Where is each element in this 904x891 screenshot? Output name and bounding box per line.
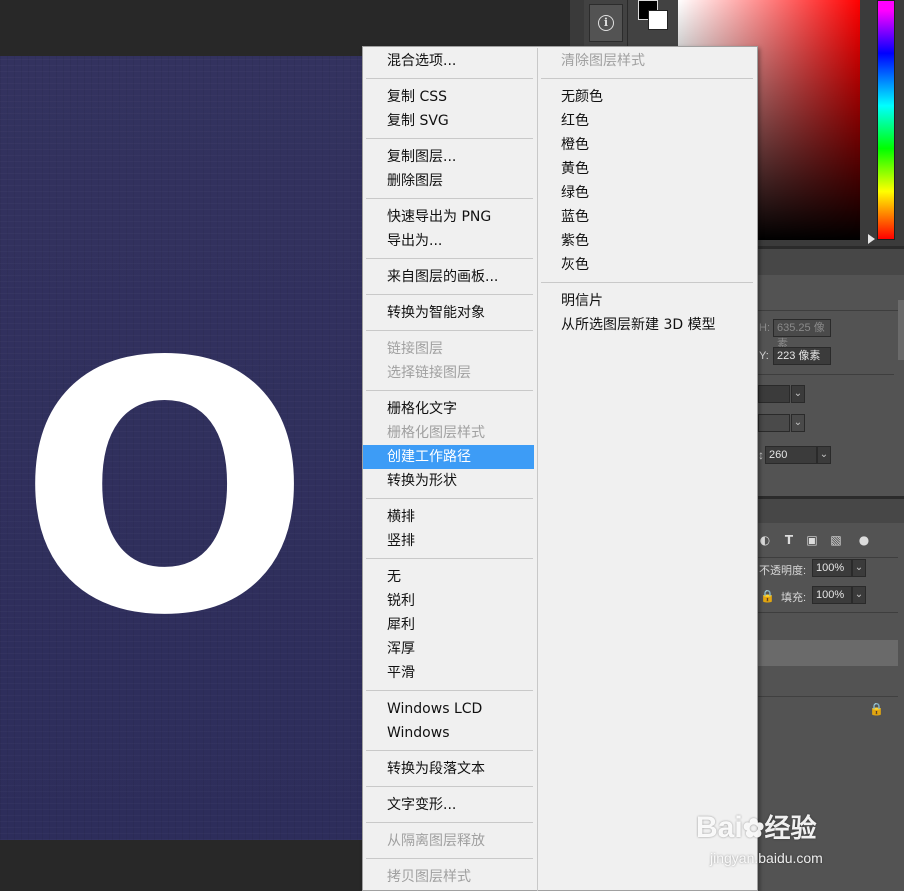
y-field[interactable]: 223 像素 (773, 347, 831, 365)
opacity-field[interactable]: 100% (812, 559, 852, 577)
lock-all-icon[interactable]: 🔒 (760, 589, 775, 603)
menu-item[interactable]: 快速导出为 PNG (363, 205, 534, 229)
menu-item[interactable]: 平滑 (363, 661, 534, 685)
watermark-brand: Bai✿经验 (696, 808, 817, 845)
smart-object-filter-icon[interactable]: ▧ (829, 533, 843, 547)
menu-item[interactable]: 明信片 (538, 289, 756, 313)
baidu-jingyan-watermark: Bai✿经验 jingyan.baidu.com (696, 792, 896, 872)
menu-item[interactable]: 从所选图层新建 3D 模型 (538, 313, 756, 337)
chevron-down-icon[interactable]: ⌄ (817, 446, 831, 464)
type-filter-icon[interactable]: T (782, 533, 796, 547)
menu-separator (366, 78, 533, 79)
layer-lock-icon: 🔒 (869, 702, 884, 716)
menu-separator (366, 258, 533, 259)
menu-separator (366, 858, 533, 859)
menu-item: 选择链接图层 (387, 365, 471, 381)
menu-separator (366, 690, 533, 691)
divider (758, 612, 898, 613)
menu-item[interactable]: 横排 (363, 505, 534, 529)
menu-item[interactable]: 来自图层的画板... (363, 265, 534, 289)
fill-field[interactable]: 100% (812, 586, 852, 604)
menu-item[interactable]: 紫色 (538, 229, 756, 253)
menu-item[interactable]: 黄色 (538, 157, 756, 181)
menu-item[interactable]: 转换为形状 (363, 469, 534, 493)
menu-separator (541, 282, 753, 283)
properties-scrollbar[interactable] (898, 300, 904, 360)
menu-item[interactable]: 橙色 (538, 133, 756, 157)
divider (758, 374, 894, 375)
menu-item[interactable]: 蓝色 (538, 205, 756, 229)
menu-item[interactable]: 复制 SVG (363, 109, 534, 133)
menu-item[interactable]: 混合选项... (363, 49, 534, 73)
h-label: H: (759, 322, 770, 334)
menu-item[interactable]: Windows LCD (363, 697, 534, 721)
menu-item[interactable]: 栅格化文字 (363, 397, 534, 421)
menu-separator (366, 558, 533, 559)
y-label: Y: (759, 350, 769, 362)
fill-label: 填充: (781, 592, 807, 604)
menu-item[interactable]: 复制图层... (363, 145, 534, 169)
hue-slider[interactable] (877, 0, 895, 240)
menu-separator (366, 330, 533, 331)
font-style-dropdown[interactable] (758, 414, 790, 432)
menu-item[interactable]: 无 (363, 565, 534, 589)
menu-separator (366, 786, 533, 787)
menu-item[interactable]: Windows (363, 721, 534, 745)
menu-item[interactable]: 绿色 (538, 181, 756, 205)
menu-separator (541, 78, 753, 79)
menu-separator (366, 498, 533, 499)
menu-separator (366, 198, 533, 199)
menu-item[interactable]: 无颜色 (538, 85, 756, 109)
menu-item[interactable]: 锐利 (363, 589, 534, 613)
menu-separator (366, 294, 533, 295)
watermark-brand-text: Bai (696, 811, 743, 844)
menu-separator (366, 390, 533, 391)
watermark-brand-suffix: 经验 (764, 814, 817, 844)
menu-item[interactable]: 复制 CSS (363, 85, 534, 109)
menu-item: 栅格化图层样式 (387, 425, 485, 441)
canvas-text-letter[interactable]: O (18, 318, 311, 663)
menu-item[interactable]: 文字变形... (363, 793, 534, 817)
chevron-down-icon[interactable]: ⌄ (852, 586, 866, 604)
layer-row-selected[interactable] (758, 640, 898, 666)
menu-item: 拷贝图层样式 (387, 869, 471, 885)
menu-item: 从隔离图层释放 (387, 833, 485, 849)
filter-toggle-icon[interactable]: ● (857, 533, 871, 547)
menu-item[interactable]: 浑厚 (363, 637, 534, 661)
menu-item[interactable]: 转换为智能对象 (363, 301, 534, 325)
menu-item[interactable]: 删除图层 (363, 169, 534, 193)
font-family-dropdown[interactable] (758, 385, 790, 403)
menu-separator (366, 822, 533, 823)
menu-separator (366, 138, 533, 139)
menu-item: 链接图层 (387, 341, 443, 357)
menu-item[interactable]: 竖排 (363, 529, 534, 553)
hue-slider-marker[interactable] (868, 234, 875, 244)
h-field[interactable]: 635.25 像素 (773, 319, 831, 350)
size-field[interactable]: 260 (765, 446, 817, 464)
divider (758, 310, 898, 311)
menu-item: 清除图层样式 (561, 53, 645, 69)
info-icon: i (598, 15, 614, 31)
watermark-url: jingyan.baidu.com (710, 850, 823, 866)
shape-filter-icon[interactable]: ▣ (805, 533, 819, 547)
leading-icon: ↕ (758, 448, 764, 462)
chevron-down-icon[interactable]: ⌄ (791, 414, 805, 432)
info-panel-button[interactable]: i (589, 4, 623, 42)
divider (758, 557, 898, 558)
paw-logo-icon: ✿ (742, 813, 765, 843)
opacity-label: 不透明度: (759, 565, 807, 577)
menu-separator (366, 750, 533, 751)
menu-item[interactable]: 导出为... (363, 229, 534, 253)
chevron-down-icon[interactable]: ⌄ (791, 385, 805, 403)
background-color-swatch[interactable] (648, 10, 668, 30)
menu-item[interactable]: 红色 (538, 109, 756, 133)
menu-item[interactable]: 犀利 (363, 613, 534, 637)
menu-item[interactable]: 创建工作路径 (363, 445, 534, 469)
adjustment-filter-icon[interactable]: ◐ (758, 533, 772, 547)
chevron-down-icon[interactable]: ⌄ (852, 559, 866, 577)
menu-item[interactable]: 转换为段落文本 (363, 757, 534, 781)
menu-item[interactable]: 灰色 (538, 253, 756, 277)
